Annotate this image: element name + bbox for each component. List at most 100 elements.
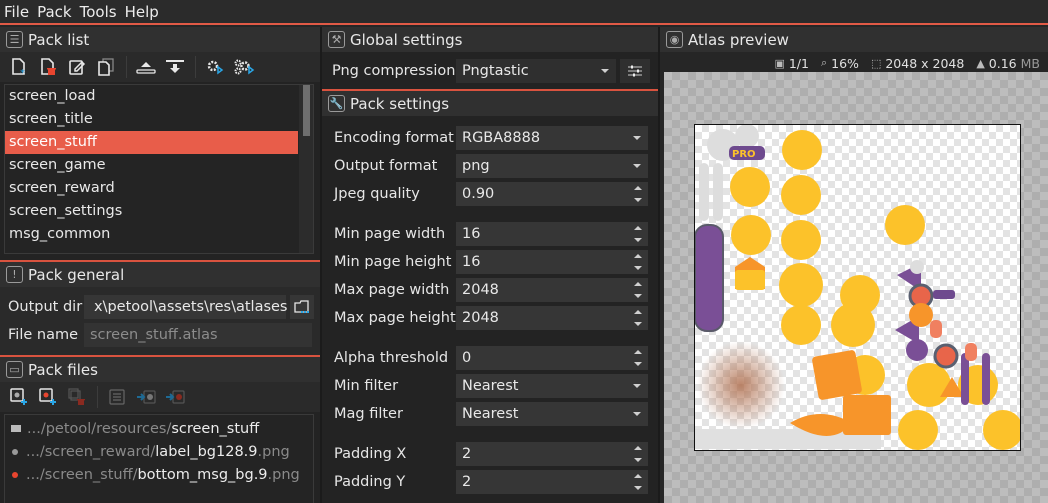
max-page-height-spinbox[interactable]: 2048: [456, 306, 648, 330]
file-path-prefix: .../screen_stuff/: [26, 466, 138, 483]
spin-arrows-icon[interactable]: [634, 474, 642, 490]
output-format-value: png: [462, 158, 490, 174]
output-format-select[interactable]: png: [456, 154, 648, 178]
mag-filter-label: Mag filter: [334, 406, 403, 422]
mag-filter-select[interactable]: Nearest: [456, 402, 648, 426]
padding-y-label: Padding Y: [334, 474, 406, 490]
output-dir-label: Output dir: [8, 299, 83, 315]
remove-file-button[interactable]: [66, 386, 88, 408]
rename-pack-button[interactable]: [66, 56, 88, 78]
max-page-width-label: Max page width: [334, 282, 450, 298]
encoding-format-label: Encoding format: [334, 130, 454, 146]
menu-help[interactable]: Help: [125, 3, 159, 21]
padding-y-spinbox[interactable]: 2: [456, 470, 648, 494]
scrollbar-thumb[interactable]: [303, 85, 310, 136]
svg-text:PRO: PRO: [732, 149, 756, 160]
pack-list-item[interactable]: screen_load: [5, 85, 298, 108]
copy-icon: [98, 58, 114, 76]
new-pack-button[interactable]: *: [8, 56, 30, 78]
add-input-icon: [10, 388, 27, 405]
min-filter-label: Min filter: [334, 378, 399, 394]
folder-icon: [294, 300, 309, 313]
chevron-down-icon: [633, 136, 641, 140]
pack-files-header: ▭ Pack files: [0, 357, 320, 382]
min-page-height-spinbox[interactable]: 16: [456, 250, 648, 274]
global-settings-title: Global settings: [350, 30, 463, 49]
add-ignore-file-button[interactable]: [37, 386, 59, 408]
folder-icon: ▭: [6, 361, 23, 378]
move-to-ignore-button[interactable]: [164, 386, 186, 408]
pack-files-list[interactable]: .../petool/resources/ screen_stuff .../s…: [4, 414, 314, 503]
list-icon: ☰: [6, 31, 23, 48]
encoding-format-select[interactable]: RGBA8888: [456, 126, 648, 150]
file-list-item[interactable]: .../petool/resources/ screen_stuff: [5, 417, 313, 440]
pack-list-header: ☰ Pack list: [0, 27, 320, 52]
file-list-button[interactable]: [106, 386, 128, 408]
menu-pack[interactable]: Pack: [37, 3, 72, 21]
output-format-label: Output format: [334, 158, 438, 174]
pack-list[interactable]: screen_load screen_title screen_stuff sc…: [4, 84, 314, 254]
file-ext: .png: [257, 443, 290, 460]
menu-file[interactable]: File: [4, 3, 29, 21]
min-page-width-spinbox[interactable]: 16: [456, 222, 648, 246]
output-dir-field[interactable]: x\petool\assets\res\atlases: [84, 295, 288, 319]
pack-list-item[interactable]: screen_title: [5, 108, 298, 131]
file-name-field[interactable]: screen_stuff.atlas: [84, 323, 312, 347]
pack-selected-button[interactable]: [204, 56, 226, 78]
file-path-prefix: .../screen_reward/: [26, 443, 156, 460]
pack-list-scrollbar[interactable]: [299, 85, 313, 253]
file-list-item[interactable]: .../screen_reward/ label_bg128.9 .png: [5, 440, 313, 463]
file-list-item[interactable]: .../screen_stuff/ bottom_msg_bg.9 .png: [5, 463, 313, 486]
file-name: screen_stuff: [171, 420, 260, 437]
weight-icon: ▲: [976, 56, 985, 70]
move-down-button[interactable]: [164, 56, 186, 78]
move-to-input-button[interactable]: [135, 386, 157, 408]
padding-x-spinbox[interactable]: 2: [456, 442, 648, 466]
pack-list-item[interactable]: screen_game: [5, 154, 298, 177]
global-settings-form: Png compression Pngtastic: [322, 52, 658, 89]
browse-folder-button[interactable]: [290, 295, 314, 319]
file-path-prefix: .../petool/resources/: [27, 420, 172, 437]
mag-filter-value: Nearest: [462, 406, 519, 422]
min-filter-select[interactable]: Nearest: [456, 374, 648, 398]
add-input-file-button[interactable]: [8, 386, 30, 408]
move-up-button[interactable]: [135, 56, 157, 78]
delete-file-icon: [41, 58, 56, 75]
ignore-file-dot-icon: [12, 471, 18, 478]
png-compression-value: Pngtastic: [462, 63, 529, 79]
duplicate-pack-button[interactable]: [95, 56, 117, 78]
jpeg-quality-value: 0.90: [462, 186, 495, 202]
menu-tools[interactable]: Tools: [80, 3, 117, 21]
atlas-canvas[interactable]: PRO: [664, 72, 1048, 503]
spin-arrows-icon[interactable]: [634, 226, 642, 242]
remove-files-icon: [68, 388, 85, 405]
spin-arrows-icon[interactable]: [634, 310, 642, 326]
spin-arrows-icon[interactable]: [634, 446, 642, 462]
pack-all-button[interactable]: [233, 56, 255, 78]
spin-arrows-icon[interactable]: [634, 186, 642, 202]
info-icon: !: [6, 266, 23, 283]
delete-pack-button[interactable]: [37, 56, 59, 78]
pack-files-toolbar: [0, 382, 320, 412]
spin-arrows-icon[interactable]: [634, 254, 642, 270]
spin-arrows-icon[interactable]: [634, 350, 642, 366]
pack-list-item[interactable]: screen_reward: [5, 177, 298, 200]
png-compression-select[interactable]: Pngtastic: [456, 59, 616, 83]
pack-list-item[interactable]: msg_common: [5, 223, 298, 246]
page-icon: ▣: [774, 56, 785, 70]
pack-settings-title: Pack settings: [350, 94, 450, 113]
compression-settings-button[interactable]: [620, 59, 650, 83]
max-page-width-spinbox[interactable]: 2048: [456, 278, 648, 302]
alpha-threshold-spinbox[interactable]: 0: [456, 346, 648, 370]
pack-list-item-selected[interactable]: screen_stuff: [5, 131, 298, 154]
png-compression-label: Png compression: [332, 63, 456, 79]
pack-list-toolbar: *: [0, 52, 320, 82]
page-indicator: 1/1: [788, 55, 809, 71]
pack-list-item[interactable]: screen_settings: [5, 200, 298, 223]
max-page-height-label: Max page height: [334, 310, 456, 326]
dimensions-icon: ⬚: [870, 56, 882, 70]
pack-general-title: Pack general: [28, 265, 125, 284]
folder-icon: [11, 425, 21, 432]
spin-arrows-icon[interactable]: [634, 282, 642, 298]
jpeg-quality-spinbox[interactable]: 0.90: [456, 182, 648, 206]
